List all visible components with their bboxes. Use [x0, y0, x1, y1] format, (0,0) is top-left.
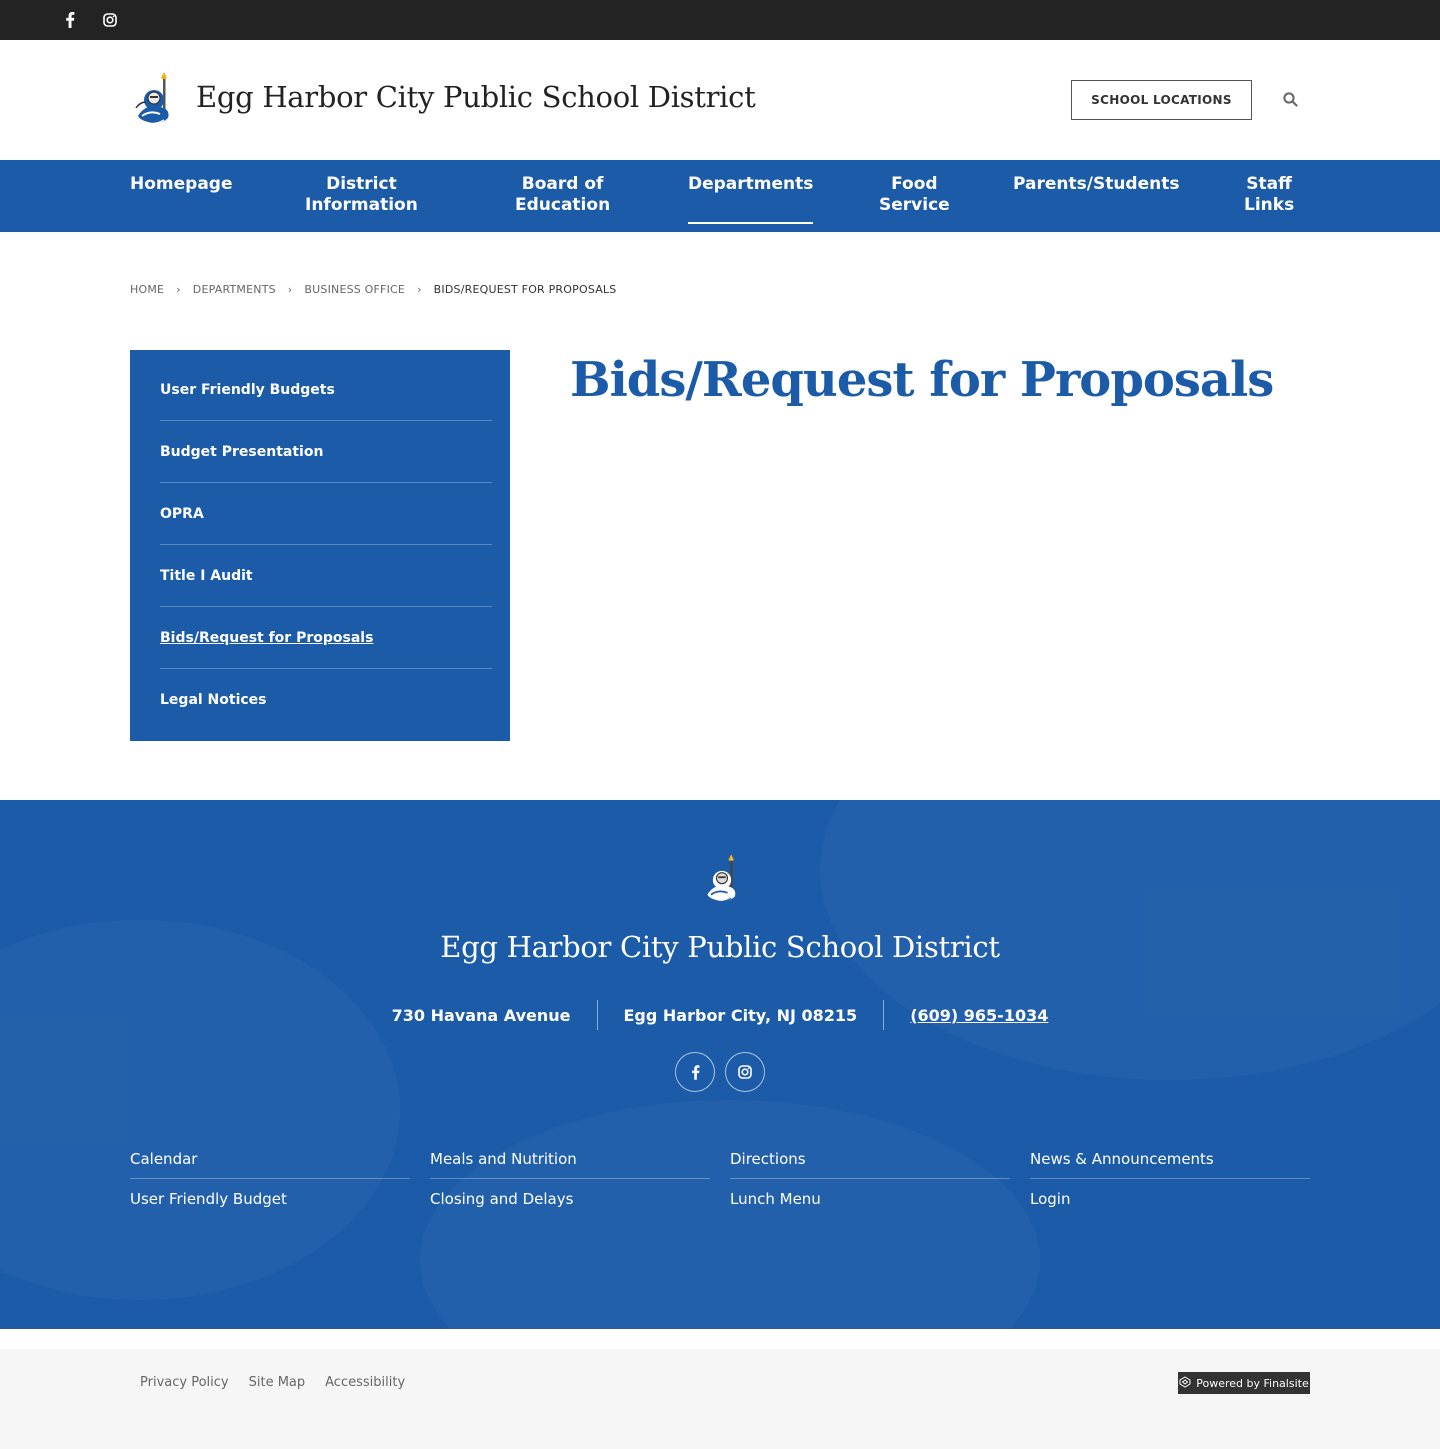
social-topbar	[0, 0, 1440, 40]
chevron-right-icon: ›	[176, 283, 181, 296]
privacy-policy-link[interactable]: Privacy Policy	[140, 1375, 229, 1390]
breadcrumb: HOME › DEPARTMENTS › BUSINESS OFFICE › B…	[130, 283, 616, 296]
facebook-icon[interactable]	[60, 10, 80, 30]
instagram-icon[interactable]	[100, 10, 120, 30]
quicklinks-column: Directions Lunch Menu	[730, 1140, 1010, 1218]
breadcrumb-home[interactable]: HOME	[130, 283, 164, 296]
quicklink-directions[interactable]: Directions	[730, 1140, 1010, 1179]
quicklink-login[interactable]: Login	[1030, 1179, 1310, 1218]
chevron-right-icon: ›	[287, 283, 293, 296]
footer-contact: 730 Havana Avenue Egg Harbor City, NJ 08…	[0, 1000, 1440, 1030]
chevron-right-icon: ›	[417, 283, 422, 296]
site-header: Egg Harbor City Public School District S…	[0, 40, 1440, 160]
quicklink-meals-and-nutrition[interactable]: Meals and Nutrition	[430, 1140, 710, 1179]
main-navigation: Homepage District Information Board of E…	[0, 160, 1440, 232]
finalsite-icon	[1179, 1375, 1191, 1391]
legal-links: Privacy Policy Site Map Accessibility	[140, 1375, 405, 1390]
accessibility-link[interactable]: Accessibility	[325, 1375, 405, 1390]
quicklink-calendar[interactable]: Calendar	[130, 1140, 410, 1179]
nav-departments[interactable]: Departments	[688, 174, 814, 224]
section-sidebar: User Friendly Budgets Budget Presentatio…	[130, 350, 510, 741]
school-locations-button[interactable]: SCHOOL LOCATIONS	[1071, 80, 1252, 120]
sidebar-item-bids-request-for-proposals[interactable]: Bids/Request for Proposals	[160, 607, 492, 669]
sidebar-item-user-friendly-budgets[interactable]: User Friendly Budgets	[160, 359, 492, 421]
footer-district-logo[interactable]	[700, 852, 744, 908]
nav-homepage[interactable]: Homepage	[130, 174, 233, 195]
footer-city: Egg Harbor City, NJ 08215	[596, 1000, 884, 1030]
site-footer: Egg Harbor City Public School District 7…	[0, 800, 1440, 1329]
instagram-icon[interactable]	[725, 1052, 765, 1092]
search-icon[interactable]	[1280, 89, 1300, 109]
breadcrumb-current: BIDS/REQUEST FOR PROPOSALS	[433, 283, 617, 296]
bottom-bar: Privacy Policy Site Map Accessibility Po…	[0, 1349, 1440, 1449]
footer-address: 730 Havana Avenue	[391, 1005, 571, 1025]
nav-staff-links[interactable]: Staff Links	[1244, 174, 1294, 216]
nav-board-of-education[interactable]: Board of Education	[515, 174, 610, 216]
site-map-link[interactable]: Site Map	[249, 1375, 306, 1390]
site-title[interactable]: Egg Harbor City Public School District	[196, 80, 756, 114]
quicklink-closing-and-delays[interactable]: Closing and Delays	[430, 1179, 710, 1218]
quicklink-news-announcements[interactable]: News & Announcements	[1030, 1140, 1310, 1179]
breadcrumb-business-office[interactable]: BUSINESS OFFICE	[304, 283, 405, 296]
district-logo[interactable]	[130, 70, 178, 130]
sidebar-item-opra[interactable]: OPRA	[160, 483, 492, 545]
breadcrumb-departments[interactable]: DEPARTMENTS	[193, 283, 276, 296]
powered-by-finalsite-badge[interactable]: Powered by Finalsite	[1178, 1372, 1310, 1394]
page-title: Bids/Request for Proposals	[570, 352, 1274, 408]
quicklinks-column: Meals and Nutrition Closing and Delays	[430, 1140, 710, 1218]
sidebar-item-legal-notices[interactable]: Legal Notices	[160, 669, 492, 731]
quicklinks-column: News & Announcements Login	[1030, 1140, 1310, 1218]
footer-phone-link[interactable]: (609) 965-1034	[883, 1000, 1074, 1030]
nav-district-information[interactable]: District Information	[305, 174, 418, 216]
quicklink-lunch-menu[interactable]: Lunch Menu	[730, 1179, 1010, 1218]
quicklinks-column: Calendar User Friendly Budget	[130, 1140, 410, 1218]
facebook-icon[interactable]	[675, 1052, 715, 1092]
footer-texture	[0, 920, 400, 1300]
nav-parents-students[interactable]: Parents/Students	[1013, 174, 1179, 195]
footer-title: Egg Harbor City Public School District	[440, 930, 1000, 964]
sidebar-item-title-i-audit[interactable]: Title I Audit	[160, 545, 492, 607]
quicklink-user-friendly-budget[interactable]: User Friendly Budget	[130, 1179, 410, 1218]
powered-by-label: Powered by Finalsite	[1196, 1376, 1309, 1390]
sidebar-item-budget-presentation[interactable]: Budget Presentation	[160, 421, 492, 483]
nav-food-service[interactable]: Food Service	[879, 174, 950, 216]
